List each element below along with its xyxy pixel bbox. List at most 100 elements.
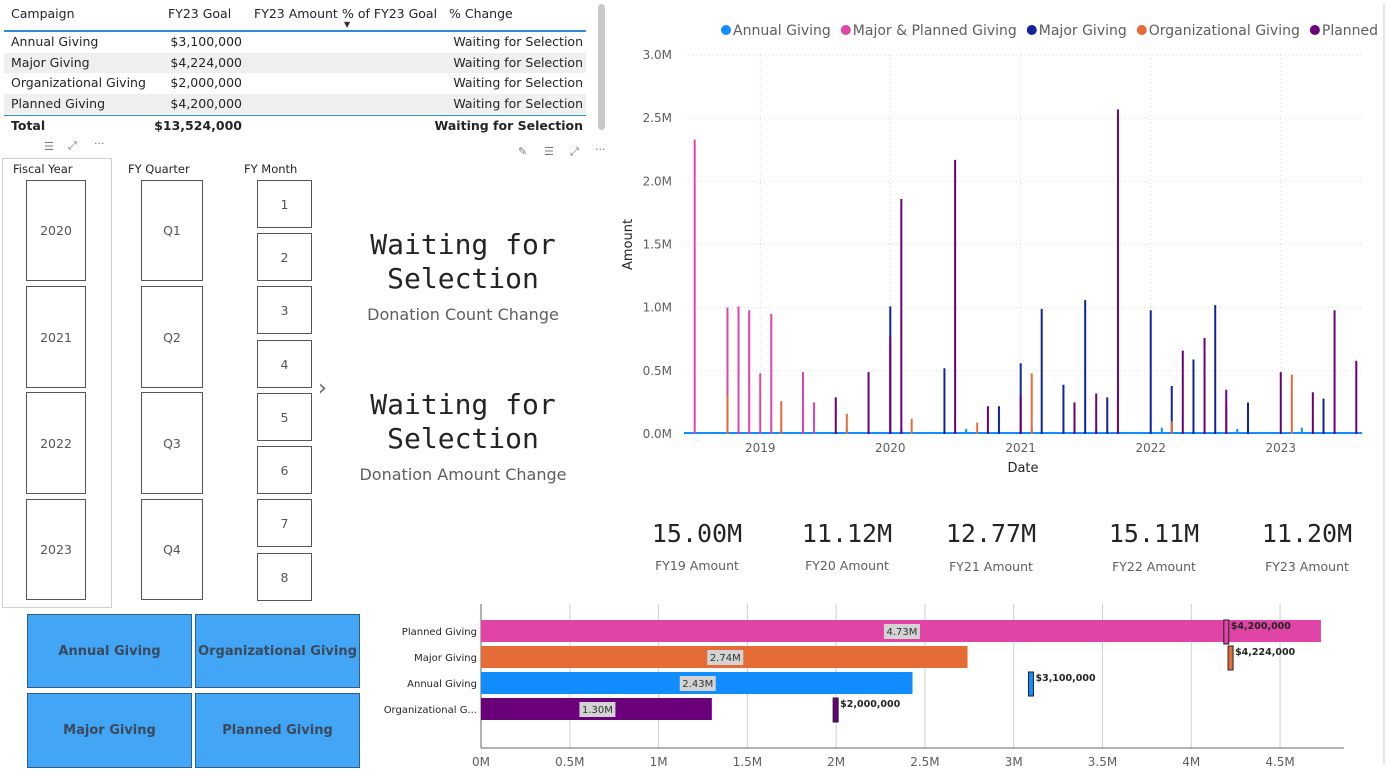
cell-campaign: Major Giving [11, 55, 90, 70]
more-options-icon[interactable]: ··· [94, 137, 105, 150]
slicer-item-2021[interactable]: 2021 [26, 286, 86, 388]
x-tick-label: 2M [827, 755, 845, 769]
y-tick-label: 3.0M [643, 48, 672, 62]
table-row[interactable]: Planned Giving $4,200,000 Waiting for Se… [4, 94, 586, 114]
campaign-table: Campaign FY23 Goal FY23 Amount % of FY23… [4, 2, 596, 136]
slicer-item-month-6[interactable]: 6 [257, 446, 312, 494]
slicer-item-2020[interactable]: 2020 [26, 180, 86, 281]
series-major-planned-giving [693, 139, 816, 434]
slicer-item-q2[interactable]: Q2 [141, 286, 203, 388]
slicer-item-month-1[interactable]: 1 [257, 180, 312, 228]
slicer-item-month-8[interactable]: 8 [257, 553, 312, 601]
column-header-pct-change[interactable]: % Change [449, 6, 513, 21]
kpi-fy22-value: 15.11M [1108, 519, 1200, 548]
legend-marker [1026, 25, 1037, 35]
column-header-campaign[interactable]: Campaign [11, 6, 75, 21]
filter-icon[interactable]: ☰ [44, 140, 54, 153]
y-tick-label: 0.5M [643, 364, 672, 378]
major-giving-button[interactable]: Major Giving [27, 693, 192, 768]
slicer-item-q4[interactable]: Q4 [141, 499, 203, 600]
x-tick-label: 2.5M [910, 755, 939, 769]
kpi-fy23-label: FY23 Amount [1265, 559, 1349, 574]
column-header-fy23-amount[interactable]: FY23 Amount [254, 6, 338, 21]
more-options-icon[interactable]: ··· [595, 143, 606, 156]
x-tick-label: 2020 [875, 441, 906, 455]
donation-amount-change-value: Waiting for Selection [346, 388, 580, 456]
y-axis-title: Amount [621, 219, 636, 270]
sort-descending-icon[interactable]: ▼ [344, 20, 350, 29]
column-header-pct-goal[interactable]: % of FY23 Goal [342, 6, 437, 21]
x-tick-label: 1M [650, 755, 668, 769]
table-row[interactable]: Major Giving $4,224,000 Waiting for Sele… [4, 53, 586, 73]
slicer-item-month-5[interactable]: 5 [257, 393, 312, 441]
data-label: 2.43M [682, 679, 713, 690]
kpi-fy20-value: 11.12M [801, 519, 893, 548]
fy-month-slicer-title: FY Month [244, 162, 298, 176]
card-value-line: Selection [387, 422, 539, 455]
cell-change: Waiting for Selection [453, 55, 583, 70]
card-value-line: Waiting for [370, 388, 556, 421]
slicer-item-2023[interactable]: 2023 [26, 499, 86, 600]
organizational-giving-button[interactable]: Organizational Giving [195, 614, 360, 688]
planned-giving-button[interactable]: Planned Giving [195, 693, 360, 768]
slicer-item-month-3[interactable]: 3 [257, 286, 312, 334]
x-tick-label: 0M [472, 755, 490, 769]
legend-marker [1309, 25, 1320, 35]
x-tick-label: 2021 [1005, 441, 1036, 455]
focus-mode-icon[interactable]: ⤢ [68, 139, 77, 153]
donation-amount-change-label: Donation Amount Change [359, 465, 567, 484]
cell-change: Waiting for Selection [453, 96, 583, 111]
table-header-row: Campaign FY23 Goal FY23 Amount % of FY23… [4, 2, 586, 32]
cell-goal: $4,224,000 [170, 55, 242, 70]
legend-marker [721, 25, 731, 35]
legend-label: Planned Giving [1322, 23, 1382, 39]
cell-campaign: Planned Giving [11, 96, 106, 111]
slicer-item-month-4[interactable]: 4 [257, 340, 312, 388]
kpi-fy20-label: FY20 Amount [805, 558, 889, 573]
target-label: $4,200,000 [1231, 621, 1291, 632]
category-label: Organizational G... [384, 705, 477, 716]
data-label: 1.30M [582, 705, 613, 716]
table-row[interactable]: Annual Giving $3,100,000 Waiting for Sel… [4, 32, 586, 52]
table-row[interactable]: Organizational Giving $2,000,000 Waiting… [4, 73, 586, 93]
filter-icon[interactable]: ☰ [544, 145, 554, 158]
target-marker [1027, 671, 1034, 697]
cell-change: Waiting for Selection [453, 75, 583, 90]
target-marker [1227, 645, 1234, 671]
fiscal-year-slicer-title: Fiscal Year [13, 162, 73, 176]
slicer-item-q1[interactable]: Q1 [141, 180, 203, 281]
kpi-fy22-label: FY22 Amount [1112, 559, 1196, 574]
slicer-item-month-2[interactable]: 2 [257, 233, 312, 281]
cell-goal: $3,100,000 [170, 34, 242, 49]
table-total-row: Total $13,524,000 Waiting for Selection [4, 115, 586, 136]
legend-label: Major Giving [1039, 23, 1127, 39]
kpi-fy23-value: 11.20M [1261, 519, 1353, 548]
series-organizational-giving [726, 373, 1293, 434]
table-scrollbar[interactable] [598, 4, 605, 130]
kpi-fy19-value: 15.00M [651, 519, 743, 548]
slicer-item-2022[interactable]: 2022 [26, 392, 86, 494]
y-tick-label: 0.0M [643, 427, 672, 441]
kpi-fy21-value: 12.77M [945, 519, 1037, 548]
target-label: $3,100,000 [1035, 673, 1095, 684]
column-header-fy23-goal[interactable]: FY23 Goal [168, 6, 231, 21]
donation-count-change-value: Waiting for Selection [346, 228, 580, 296]
legend-marker [840, 25, 851, 35]
focus-mode-icon[interactable]: ⤢ [570, 145, 579, 159]
kpi-fy21-label: FY21 Amount [949, 559, 1033, 574]
slicer-item-month-7[interactable]: 7 [257, 499, 312, 547]
card-value-line: Waiting for [370, 228, 556, 261]
y-tick-label: 2.5M [643, 111, 672, 125]
annual-giving-button[interactable]: Annual Giving [27, 614, 192, 688]
data-label: 4.73M [887, 627, 918, 638]
pin-icon[interactable]: ✎ [518, 145, 527, 158]
cell-campaign: Annual Giving [11, 34, 99, 49]
target-marker [1223, 619, 1230, 645]
cell-goal: $2,000,000 [170, 75, 242, 90]
chevron-right-icon[interactable]: › [318, 376, 327, 401]
y-tick-label: 1.0M [643, 301, 672, 315]
y-tick-label: 2.0M [643, 174, 672, 188]
y-tick-label: 1.5M [643, 238, 672, 252]
category-label: Major Giving [414, 653, 477, 664]
slicer-item-q3[interactable]: Q3 [141, 392, 203, 494]
